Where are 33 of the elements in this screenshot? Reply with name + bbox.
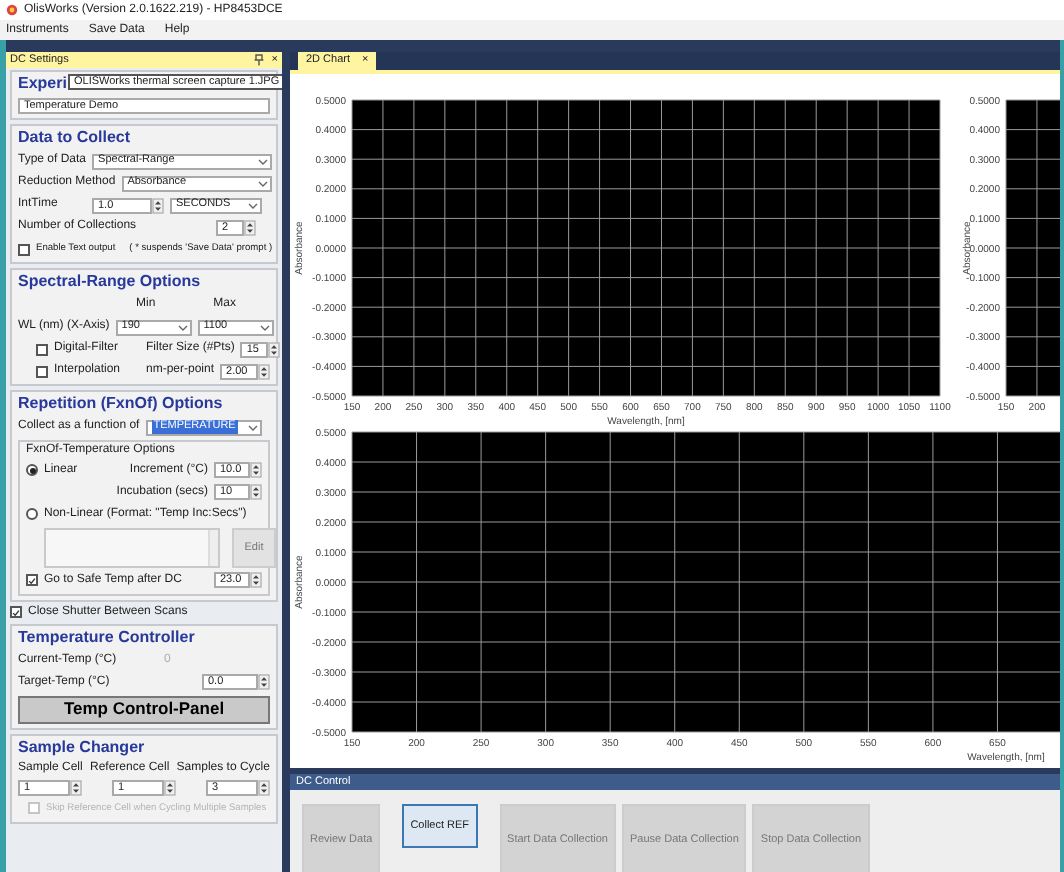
spinner-icon[interactable] [164,779,176,796]
spinner-icon[interactable] [258,779,270,796]
section-heading: Experi [18,74,67,94]
caret-icon [177,323,188,331]
caret-icon [248,201,258,209]
section-heading: Spectral-Range Options [18,272,203,292]
spinner-icon[interactable] [250,484,262,501]
section-heading: Data to Collect [18,128,133,148]
spinner-icon[interactable] [250,572,262,589]
checkbox[interactable] [36,365,48,377]
checkbox[interactable] [36,343,48,355]
temp-control-panel-button[interactable]: Temp Control-Panel [18,695,270,724]
checkbox[interactable] [10,606,22,619]
caret-icon [247,423,258,431]
checkbox[interactable] [26,574,38,587]
section-heading: Sample Changer [18,737,147,758]
spinner-icon[interactable] [268,341,281,357]
section-heading: Temperature Controller [18,627,197,648]
spinner-icon[interactable] [70,779,82,796]
spinner-icon[interactable] [258,674,270,691]
pin-icon[interactable] [253,54,264,66]
spinner-icon[interactable] [152,197,164,213]
spinner-icon[interactable] [258,363,271,379]
radio-button[interactable] [26,508,38,521]
spinner-icon[interactable] [244,219,256,235]
spinner-icon[interactable] [250,462,262,479]
caret-icon [258,157,269,165]
radio-button[interactable] [26,464,38,477]
checkbox[interactable] [18,243,30,255]
app-icon [6,4,18,16]
caret-icon [259,323,270,331]
section-heading: Repetition (FxnOf) Options [18,394,225,414]
caret-icon [257,179,268,187]
